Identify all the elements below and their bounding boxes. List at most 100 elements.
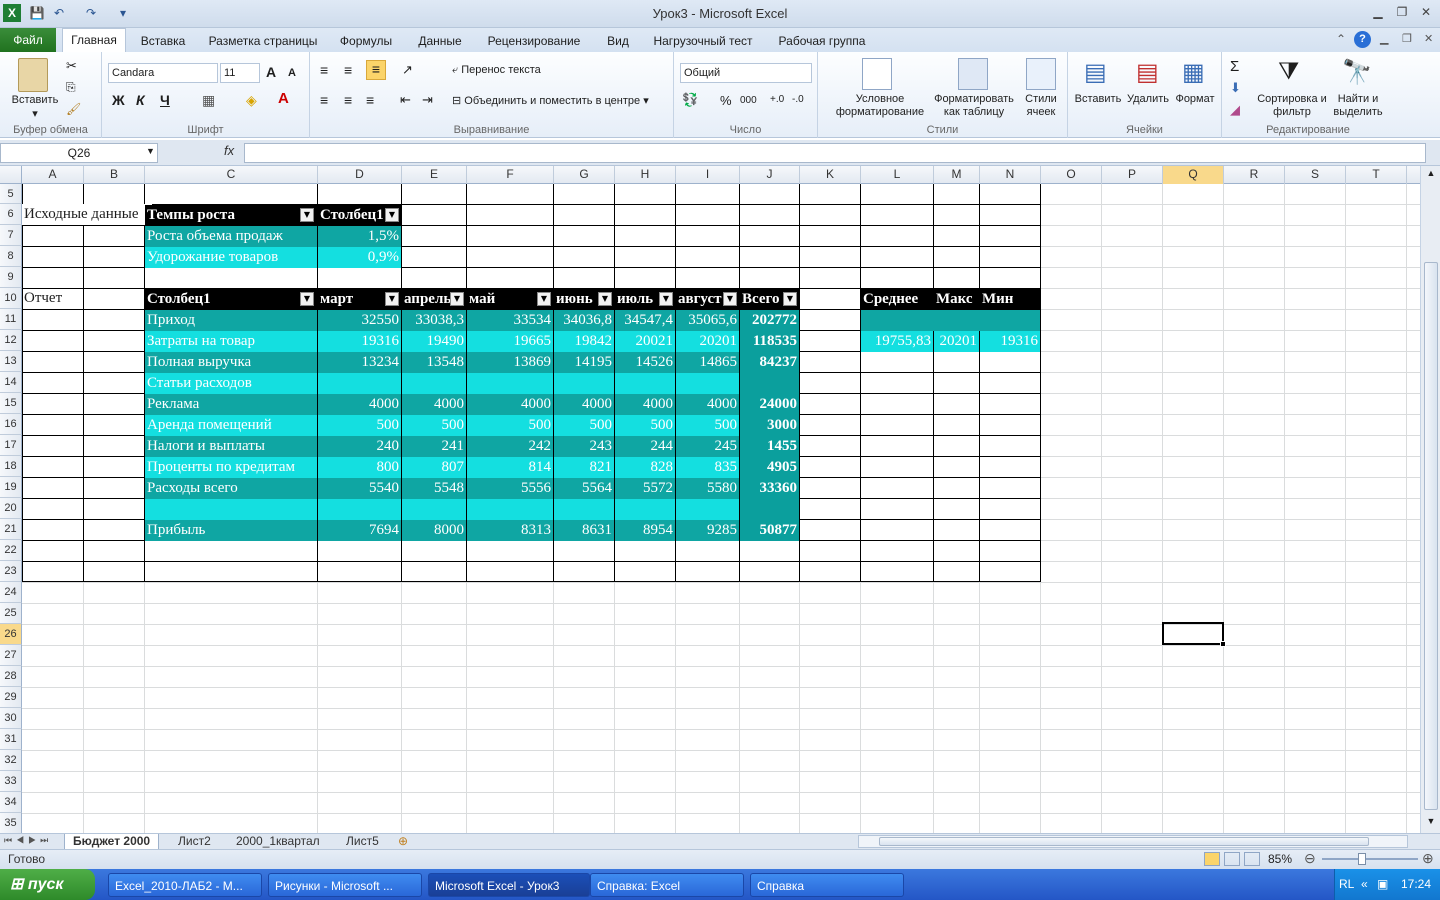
autosum-button[interactable]: Σ — [1230, 58, 1239, 75]
increase-decimal-icon[interactable]: +.0 — [770, 94, 784, 105]
cell-a6[interactable]: Исходные данные — [22, 204, 152, 225]
col-header-m[interactable]: M — [934, 166, 980, 184]
wb-minimize-icon[interactable]: ▁ — [1380, 32, 1388, 45]
value-cell[interactable] — [318, 499, 401, 520]
value-cell[interactable] — [615, 499, 675, 520]
row-label-cell[interactable]: Налоги и выплаты — [145, 436, 317, 457]
row-label-cell[interactable]: Реклама — [145, 394, 317, 415]
borders-icon[interactable]: ▦ — [202, 92, 215, 109]
value-cell[interactable]: 1455 — [740, 436, 799, 457]
tray-expand-icon[interactable]: « — [1361, 869, 1368, 900]
value-cell[interactable] — [467, 499, 553, 520]
wb-restore-icon[interactable]: ❐ — [1402, 32, 1412, 45]
zoom-slider-thumb[interactable] — [1358, 853, 1366, 865]
row-header[interactable]: 9 — [0, 267, 22, 288]
value-cell[interactable]: 500 — [615, 415, 675, 436]
row-header[interactable]: 18 — [0, 456, 22, 477]
filter-dropdown-icon[interactable]: ▼ — [537, 292, 551, 306]
tab-team[interactable]: Рабочая группа — [770, 32, 874, 52]
value-cell[interactable]: 19490 — [402, 331, 466, 352]
filter-dropdown-icon[interactable]: ▼ — [783, 292, 797, 306]
row-header[interactable]: 5 — [0, 184, 22, 204]
row-label-cell[interactable]: Статьи расходов — [145, 373, 317, 394]
value-cell[interactable]: 84237 — [740, 352, 799, 373]
help-icon[interactable]: ? — [1354, 31, 1371, 48]
normal-view-icon[interactable] — [1204, 852, 1220, 866]
conditional-format-button[interactable]: Условное форматирование — [822, 93, 938, 119]
value-cell[interactable]: 33534 — [467, 310, 553, 331]
sheet-tab-list2[interactable]: Лист2 — [170, 834, 219, 850]
value-cell[interactable]: 800 — [318, 457, 401, 478]
row-header[interactable]: 16 — [0, 414, 22, 435]
decrease-decimal-icon[interactable]: -.0 — [792, 94, 804, 105]
value-cell[interactable]: 34036,8 — [554, 310, 614, 331]
row-header[interactable]: 34 — [0, 792, 22, 813]
value-cell[interactable]: 4000 — [554, 394, 614, 415]
value-cell[interactable]: 4000 — [467, 394, 553, 415]
col-header-g[interactable]: G — [554, 166, 615, 184]
align-left-icon[interactable]: ≡ — [320, 92, 328, 108]
bold-button[interactable]: Ж — [112, 92, 125, 108]
value-cell[interactable] — [554, 499, 614, 520]
value-cell[interactable]: 244 — [615, 436, 675, 457]
value-cell[interactable]: 8954 — [615, 520, 675, 541]
filter-dropdown-icon[interactable]: ▼ — [385, 208, 399, 222]
value-cell[interactable]: 242 — [467, 436, 553, 457]
value-cell[interactable]: 240 — [318, 436, 401, 457]
value-cell[interactable]: 5540 — [318, 478, 401, 499]
row-header[interactable]: 13 — [0, 351, 22, 372]
clear-icon[interactable]: ◢ — [1230, 102, 1240, 118]
row-header[interactable]: 26 — [0, 624, 22, 645]
thousands-button[interactable]: 000 — [740, 95, 757, 106]
value-cell[interactable]: 202772 — [740, 310, 799, 331]
insert-sheet-icon[interactable]: ⊕ — [398, 834, 408, 848]
value-cell[interactable]: 20201 — [676, 331, 739, 352]
taskbar-item-word1[interactable]: Excel_2010-ЛАБ2 - M... — [108, 873, 262, 897]
value-cell[interactable]: 8631 — [554, 520, 614, 541]
hscroll-thumb[interactable] — [879, 837, 1369, 846]
taskbar-item-excel[interactable]: Microsoft Excel - Урок3 — [428, 873, 590, 897]
value-cell[interactable]: 5548 — [402, 478, 466, 499]
row-label-cell[interactable]: Полная выручка — [145, 352, 317, 373]
sort-filter-icon[interactable]: ⧩ — [1278, 58, 1299, 86]
stats-value-max[interactable]: 20201 — [934, 331, 979, 352]
value-cell[interactable]: 14526 — [615, 352, 675, 373]
selected-cell-q26[interactable] — [1162, 622, 1224, 645]
filter-dropdown-icon[interactable]: ▼ — [659, 292, 673, 306]
col-header-j[interactable]: J — [740, 166, 800, 184]
value-cell[interactable]: 33360 — [740, 478, 799, 499]
row-header[interactable]: 20 — [0, 498, 22, 519]
cell-d7[interactable]: 1,5% — [318, 226, 401, 247]
value-cell[interactable]: 9285 — [676, 520, 739, 541]
taskbar-item-help-excel[interactable]: Справка: Excel — [590, 873, 744, 897]
font-size-select[interactable]: 11 — [220, 63, 260, 83]
formula-input[interactable] — [244, 143, 1426, 163]
format-painter-icon[interactable]: 🖌 — [66, 102, 81, 116]
col-header-i[interactable]: I — [676, 166, 740, 184]
value-cell[interactable]: 118535 — [740, 331, 799, 352]
value-cell[interactable]: 4000 — [318, 394, 401, 415]
conditional-format-icon[interactable] — [862, 58, 892, 90]
vertical-scrollbar[interactable]: ▲ ▼ — [1420, 166, 1440, 834]
font-name-select[interactable]: Candara — [108, 63, 218, 83]
value-cell[interactable]: 245 — [676, 436, 739, 457]
tab-formulas[interactable]: Формулы — [334, 32, 398, 52]
align-top-icon[interactable]: ≡ — [320, 62, 328, 78]
scroll-thumb[interactable] — [1424, 262, 1438, 810]
value-cell[interactable] — [402, 499, 466, 520]
row-header[interactable]: 27 — [0, 645, 22, 666]
value-cell[interactable]: 500 — [554, 415, 614, 436]
value-cell[interactable] — [402, 373, 466, 394]
value-cell[interactable]: 14865 — [676, 352, 739, 373]
col-header-p[interactable]: P — [1102, 166, 1163, 184]
stats-row-11[interactable] — [861, 310, 1040, 331]
col-header-r[interactable]: R — [1224, 166, 1285, 184]
worksheet-grid[interactable]: Исходные данные Темпы роста ▼ Столбец1 ▼… — [22, 184, 1420, 834]
row-header[interactable]: 12 — [0, 330, 22, 351]
value-cell[interactable] — [676, 499, 739, 520]
value-cell[interactable]: 4000 — [615, 394, 675, 415]
value-cell[interactable]: 500 — [318, 415, 401, 436]
value-cell[interactable] — [554, 373, 614, 394]
col-header-s[interactable]: S — [1285, 166, 1346, 184]
scroll-up-icon[interactable]: ▲ — [1424, 168, 1438, 182]
